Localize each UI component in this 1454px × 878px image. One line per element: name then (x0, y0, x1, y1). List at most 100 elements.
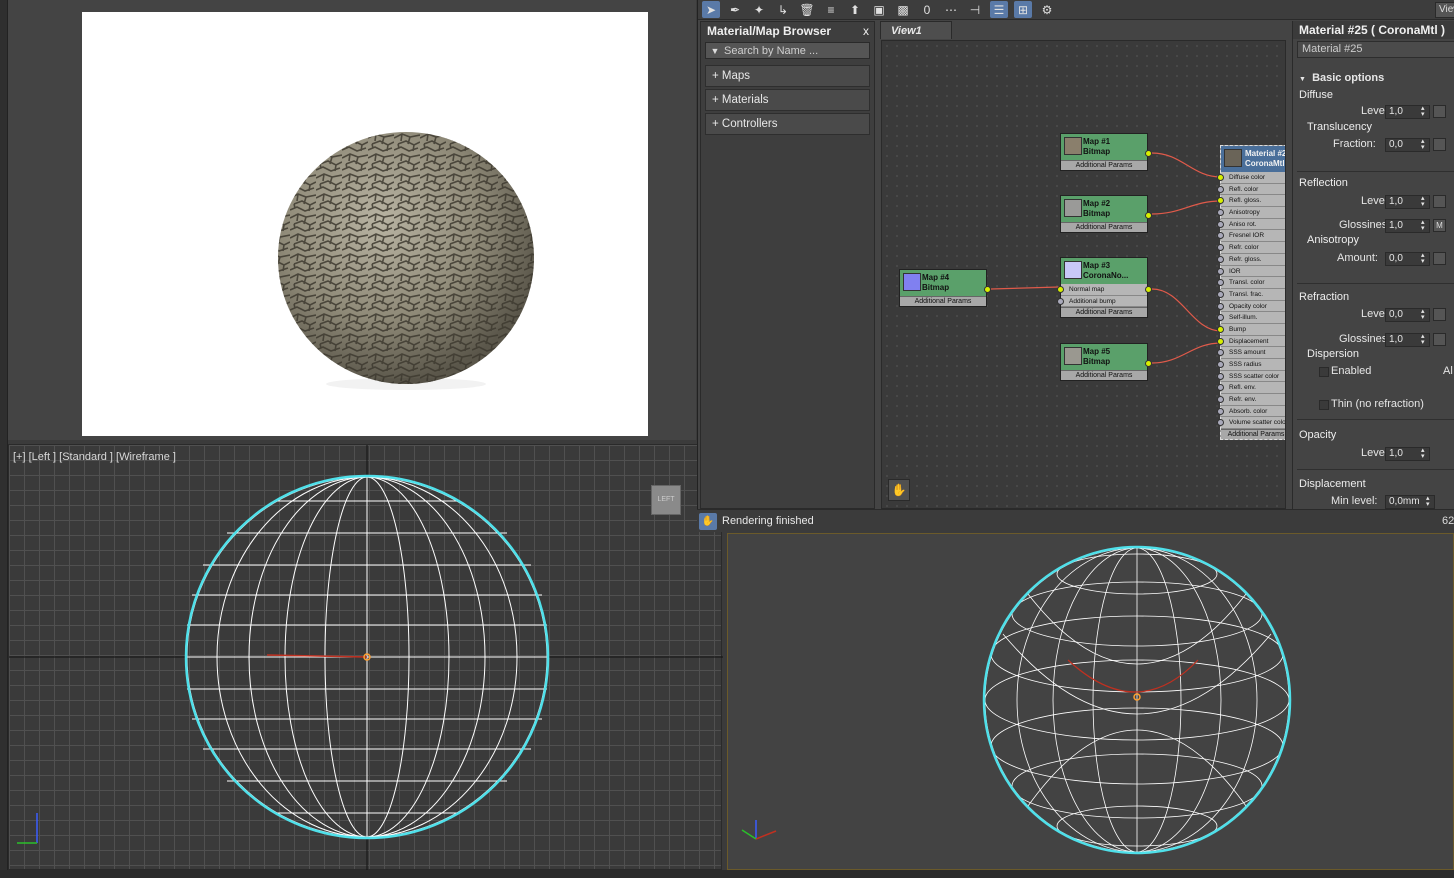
search-input[interactable]: ▼ Search by Name ... (705, 42, 870, 59)
thin-checkbox[interactable] (1319, 400, 1329, 410)
material-slot[interactable]: SSS scatter color (1217, 370, 1285, 383)
material-slot[interactable]: Refr. gloss. (1217, 253, 1285, 266)
material-slot[interactable]: Self-illum. (1217, 312, 1285, 324)
material-slot-socket[interactable] (1217, 419, 1224, 427)
refraction-level-spinner[interactable]: 0,0 (1385, 308, 1430, 322)
material-slot-socket[interactable] (1217, 372, 1224, 380)
material-slot[interactable]: Refl. color (1217, 183, 1285, 196)
material-slot-socket[interactable] (1217, 337, 1224, 345)
show-map-icon[interactable]: ▣ (870, 1, 888, 18)
params-icon[interactable]: ☰ (990, 1, 1008, 18)
material-slot-socket[interactable] (1217, 290, 1224, 298)
reflection-gloss-spinner[interactable]: 1,0 (1385, 219, 1430, 233)
material-slot[interactable]: Absorb. color (1217, 405, 1285, 418)
map3-slot-bump[interactable]: Additional bump (1057, 295, 1147, 308)
material-slot-socket[interactable] (1217, 407, 1224, 415)
material-slot[interactable]: Refr. color (1217, 242, 1285, 254)
material-slot[interactable]: SSS radius (1217, 359, 1285, 371)
node-map3[interactable]: Map #3 CoronaNo... Normal map Additional… (1057, 257, 1152, 319)
put-to-scene-icon[interactable]: ↳ (774, 1, 792, 18)
view-button[interactable]: View (1435, 2, 1454, 18)
material-slot-socket[interactable] (1217, 314, 1224, 322)
material-name-field[interactable]: Material #25 (1297, 41, 1454, 58)
map3-normal-socket[interactable] (1057, 286, 1064, 293)
close-icon[interactable]: x (863, 22, 869, 40)
material-slot[interactable]: Fresnel IOR (1217, 230, 1285, 243)
material-slot-socket[interactable] (1217, 279, 1224, 287)
show-background-icon[interactable]: ▩ (894, 1, 912, 18)
material-slot-socket[interactable] (1217, 361, 1224, 368)
material-slot-socket[interactable] (1217, 174, 1224, 181)
move-children-icon[interactable]: ≡ (822, 1, 840, 18)
node-map5[interactable]: Map #5 Bitmap Additional Params (1060, 343, 1152, 381)
reflection-gloss-map-button[interactable]: M (1433, 219, 1446, 232)
layout-all-icon[interactable]: ⋯ (942, 1, 960, 18)
node-map2[interactable]: Map #2 Bitmap Additional Params (1060, 195, 1152, 233)
group-materials[interactable]: + Materials (705, 89, 870, 111)
material-slot[interactable]: Transl. frac. (1217, 288, 1285, 301)
pan-hand-icon[interactable]: ✋ (888, 479, 910, 501)
node-map1[interactable]: Map #1 Bitmap Additional Params (1060, 133, 1152, 171)
map2-footer[interactable]: Additional Params (1061, 222, 1147, 232)
anisotropy-map-button[interactable] (1433, 252, 1446, 265)
material-slot[interactable]: Diffuse color (1217, 172, 1285, 184)
pick-material-icon[interactable]: ✦ (750, 1, 768, 18)
material-slot[interactable]: SSS amount (1217, 347, 1285, 359)
material-slot[interactable]: Refl. env. (1217, 382, 1285, 395)
material-slot-socket[interactable] (1217, 255, 1224, 263)
map4-footer[interactable]: Additional Params (900, 296, 986, 306)
material-slot-socket[interactable] (1217, 220, 1224, 228)
material-slot-socket[interactable] (1217, 185, 1224, 193)
material-slot-socket[interactable] (1217, 232, 1224, 240)
material-slot[interactable]: Transl. color (1217, 277, 1285, 289)
material-slot[interactable]: Refr. env. (1217, 394, 1285, 406)
map5-output-socket[interactable] (1145, 360, 1152, 367)
material-slot-socket[interactable] (1217, 244, 1224, 252)
anisotropy-amount-spinner[interactable]: 0,0 (1385, 252, 1430, 266)
material-slot-socket[interactable] (1217, 302, 1224, 310)
opacity-level-spinner[interactable]: 1,0 (1385, 447, 1430, 461)
tab-view1[interactable]: View1 (880, 21, 952, 39)
material-slot-socket[interactable] (1217, 384, 1224, 392)
hide-unused-icon[interactable]: ⊣ (966, 1, 984, 18)
refraction-gloss-spinner[interactable]: 1,0 (1385, 333, 1430, 347)
reflection-map-button[interactable] (1433, 195, 1446, 208)
map4-output-socket[interactable] (984, 286, 991, 293)
node-view[interactable]: Map #1 Bitmap Additional Params Map #2 B… (881, 40, 1286, 509)
dispersion-enabled-checkbox[interactable] (1319, 367, 1329, 377)
map3-slot-normal[interactable]: Normal map (1057, 284, 1147, 296)
refraction-map-button[interactable] (1433, 308, 1446, 321)
displacement-min-spinner[interactable]: 0,0mm (1385, 495, 1435, 509)
node-material[interactable]: Material #2 CoronaMtl Diffuse color Refl.… (1217, 145, 1285, 441)
delete-icon[interactable]: 🗑 (798, 1, 816, 18)
material-slot[interactable]: Aniso rot. (1217, 218, 1285, 231)
refraction-gloss-map-button[interactable] (1433, 333, 1446, 346)
material-id-icon[interactable]: 0 (918, 1, 936, 18)
map3-bump-socket[interactable] (1057, 297, 1064, 305)
map3-footer[interactable]: Additional Params (1061, 307, 1147, 318)
reflection-level-spinner[interactable]: 1,0 (1385, 195, 1430, 209)
material-slot[interactable]: Bump (1217, 323, 1285, 336)
material-slot[interactable]: Volume scatter color (1217, 417, 1285, 430)
map3-output-socket[interactable] (1145, 286, 1152, 293)
fraction-map-button[interactable] (1433, 138, 1446, 151)
fraction-spinner[interactable]: 0,0 (1385, 138, 1430, 152)
material-slot-socket[interactable] (1217, 396, 1224, 404)
material-slot[interactable]: IOR (1217, 265, 1285, 278)
material-slot[interactable]: Displacement (1217, 335, 1285, 348)
diffuse-map-button[interactable] (1433, 105, 1446, 118)
material-slot[interactable]: Opacity color (1217, 300, 1285, 313)
material-slot[interactable]: Refl. gloss. (1217, 195, 1285, 208)
search-options-icon[interactable]: ▼ (706, 46, 724, 56)
diffuse-level-spinner[interactable]: 1,0 (1385, 105, 1430, 119)
material-footer[interactable]: Additional Params (1221, 429, 1285, 440)
map1-output-socket[interactable] (1145, 150, 1152, 157)
viewport-left[interactable]: [+] [Left ] [Standard ] [Wireframe ] LEF… (8, 444, 723, 871)
group-maps[interactable]: + Maps (705, 65, 870, 87)
group-controllers[interactable]: + Controllers (705, 113, 870, 135)
map5-footer[interactable]: Additional Params (1061, 370, 1147, 380)
material-slot-socket[interactable] (1217, 197, 1224, 205)
map2-output-socket[interactable] (1145, 212, 1152, 219)
options-icon[interactable]: ⚙ (1038, 1, 1056, 18)
material-slot-socket[interactable] (1217, 267, 1224, 275)
